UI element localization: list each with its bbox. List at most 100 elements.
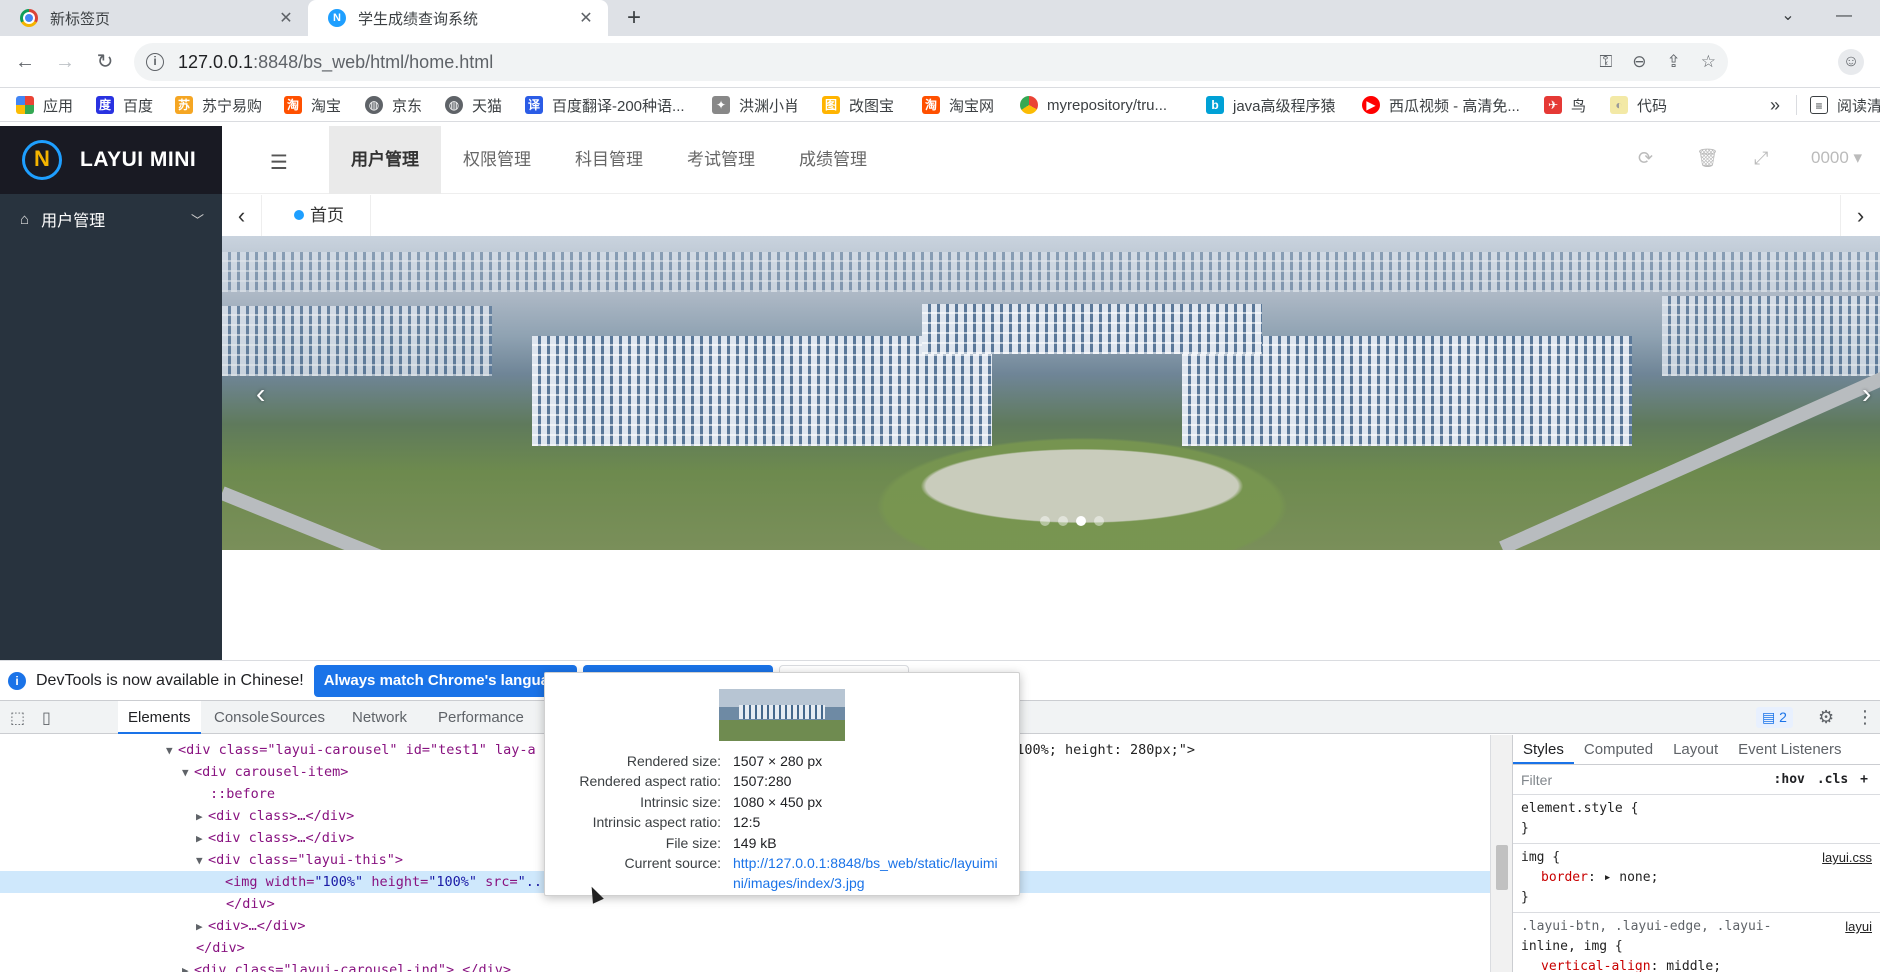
rule-selector[interactable]: img {layui.css (1521, 848, 1872, 868)
dom-node[interactable]: ▼ <div carousel-item> (182, 761, 348, 783)
dom-node[interactable]: ▼ <div class="layui-this"> (196, 849, 403, 871)
zoom-icon[interactable]: ⊖ (1632, 52, 1646, 72)
bookmark-item[interactable]: myrepository/tru... (1020, 88, 1167, 122)
bookmark-item[interactable]: ✦ 洪渊小肖 (712, 88, 799, 122)
carousel-dot[interactable] (1094, 516, 1104, 526)
forward-icon[interactable]: → (52, 49, 78, 75)
image-source-link[interactable]: http://127.0.0.1:8848/bs_web/static/layu… (733, 853, 1005, 893)
tab-search-icon[interactable]: ⌄ (1760, 0, 1816, 32)
trash-icon[interactable]: 🗑 (1696, 148, 1719, 169)
share-icon[interactable]: ⇪ (1667, 52, 1681, 72)
settings-gear-icon[interactable]: ⚙ (1818, 707, 1834, 728)
address-bar[interactable]: i 127.0.0.1:8848/bs_web/html/home.html ⚿… (134, 43, 1728, 81)
expand-triangle-icon[interactable]: ▶ (196, 828, 208, 850)
new-rule-icon[interactable]: + (1860, 772, 1868, 787)
dom-node[interactable]: ▶ <div>…</div> (196, 915, 306, 937)
dom-node[interactable]: ▼ <div class="layui-carousel" id="test1" … (166, 739, 536, 761)
nav-item-exam-management[interactable]: 考试管理 (665, 126, 777, 194)
bookmark-apps[interactable]: 应用 (16, 88, 73, 122)
bookmark-item[interactable]: b java高级程序猿 (1206, 88, 1336, 122)
dom-node[interactable]: ▶ <div class>…</div> (196, 827, 354, 849)
scrollbar-thumb[interactable] (1496, 845, 1508, 890)
styles-filter-input[interactable]: Filter (1521, 772, 1774, 788)
nav-item-permission-management[interactable]: 权限管理 (441, 126, 553, 194)
bookmark-item[interactable]: 淘淘宝 (284, 88, 341, 122)
tab-sources[interactable]: Sources (260, 701, 335, 734)
issues-badge[interactable]: ▤ 2 (1756, 707, 1793, 728)
bookmark-item[interactable]: ◍ 天猫 (445, 88, 502, 122)
collapse-triangle-icon[interactable]: ▼ (196, 850, 208, 872)
reload-icon[interactable]: ↻ (92, 49, 118, 75)
browser-tab-app[interactable]: N 学生成绩查询系统 ✕ (308, 0, 608, 36)
tab-performance[interactable]: Performance (428, 701, 534, 734)
menu-toggle-icon[interactable]: ☰ (270, 150, 288, 175)
stylesheet-link[interactable]: layui (1845, 917, 1872, 937)
nav-item-user-management[interactable]: 用户管理 (329, 126, 441, 194)
app-logo[interactable]: LAYUI MINI (0, 126, 222, 194)
device-toolbar-icon[interactable]: ▯ (42, 708, 51, 728)
bookmark-item[interactable]: 度百度 (96, 88, 153, 122)
user-menu[interactable]: 0000 ▾ (1811, 148, 1862, 168)
stylesheet-link[interactable]: layui.css (1822, 848, 1872, 868)
expand-triangle-icon[interactable]: ▶ (196, 806, 208, 828)
sidebar-item-user-management[interactable]: ⌂ 用户管理 ﹀ (0, 194, 222, 244)
bookmark-item[interactable]: 淘淘宝网 (922, 88, 994, 122)
class-toggle[interactable]: .cls (1817, 772, 1848, 787)
bookmarks-more-button[interactable]: » (1770, 88, 1780, 122)
profile-avatar-icon[interactable]: ☺ (1838, 49, 1864, 75)
tab-computed[interactable]: Computed (1574, 735, 1663, 764)
inspect-element-icon[interactable]: ⬚ (10, 708, 25, 728)
tab-event-listeners[interactable]: Event Listeners (1728, 735, 1851, 764)
elements-scrollbar[interactable] (1490, 735, 1512, 972)
browser-tab-new[interactable]: 新标签页 ✕ (0, 0, 308, 36)
refresh-icon[interactable]: ⟳ (1638, 148, 1653, 169)
collapse-triangle-icon[interactable]: ▼ (182, 762, 194, 784)
close-icon[interactable]: ✕ (276, 8, 296, 28)
tab-layout[interactable]: Layout (1663, 735, 1728, 764)
back-icon[interactable]: ← (12, 49, 38, 75)
star-icon[interactable]: ☆ (1701, 52, 1716, 72)
nav-item-subject-management[interactable]: 科目管理 (553, 126, 665, 194)
tab-home[interactable]: 首页 (272, 195, 371, 237)
dom-node[interactable]: </div> (196, 937, 245, 959)
css-declaration[interactable]: border: ▸ none; (1521, 868, 1872, 888)
css-declaration[interactable]: vertical-align: middle; (1521, 957, 1872, 972)
tab-elements[interactable]: Elements (118, 701, 201, 734)
dom-node[interactable]: ▶ <div class="layui-carousel-ind">…</div> (182, 959, 511, 972)
hover-state-toggle[interactable]: :hov (1774, 772, 1805, 787)
bookmark-item[interactable]: ◍ 京东 (365, 88, 422, 122)
close-icon[interactable]: ✕ (576, 8, 596, 28)
bookmark-item[interactable]: ◐ 代码 (1610, 88, 1667, 122)
site-info-icon[interactable]: i (146, 53, 164, 71)
carousel-dot-active[interactable] (1076, 516, 1086, 526)
carousel-prev-icon[interactable]: ‹ (256, 378, 265, 410)
dom-pseudo[interactable]: ::before (210, 783, 275, 805)
bookmark-item[interactable]: 苏苏宁易购 (175, 88, 262, 122)
tab-network[interactable]: Network (342, 701, 417, 734)
expand-triangle-icon[interactable]: ▶ (182, 960, 194, 972)
dom-node[interactable]: </div> (226, 893, 275, 915)
bookmark-item[interactable]: 译百度翻译-200种语... (525, 88, 685, 122)
reading-list-button[interactable]: ≡ 阅读清单 (1810, 88, 1880, 122)
bookmark-item[interactable]: 图改图宝 (822, 88, 894, 122)
key-icon[interactable]: ⚿ (1599, 52, 1612, 72)
carousel-next-icon[interactable]: › (1862, 378, 1871, 410)
always-match-language-button[interactable]: Always match Chrome's language (313, 664, 577, 697)
tab-styles[interactable]: Styles (1513, 735, 1574, 764)
carousel-dot[interactable] (1058, 516, 1068, 526)
nav-item-score-management[interactable]: 成绩管理 (777, 126, 889, 194)
bookmark-item[interactable]: ✈ 鸟 (1544, 88, 1586, 122)
expand-triangle-icon[interactable]: ▶ (196, 916, 208, 938)
fullscreen-icon[interactable]: ⤢ (1754, 148, 1768, 169)
rule-selector[interactable]: element.style { (1521, 799, 1872, 819)
dom-node[interactable]: ▶ <div class>…</div> (196, 805, 354, 827)
tabbar-next-icon[interactable]: › (1840, 195, 1880, 237)
minimize-icon[interactable]: — (1816, 0, 1872, 32)
collapse-triangle-icon[interactable]: ▼ (166, 740, 178, 762)
rule-selector[interactable]: .layui-btn, .layui-edge, .layui-layui (1521, 917, 1872, 937)
more-options-icon[interactable]: ⋮ (1856, 707, 1874, 728)
new-tab-button[interactable]: + (620, 4, 648, 32)
bookmark-item[interactable]: ▶ 西瓜视频 - 高清免... (1362, 88, 1520, 122)
tabbar-prev-icon[interactable]: ‹ (222, 195, 262, 237)
carousel-dot[interactable] (1040, 516, 1050, 526)
